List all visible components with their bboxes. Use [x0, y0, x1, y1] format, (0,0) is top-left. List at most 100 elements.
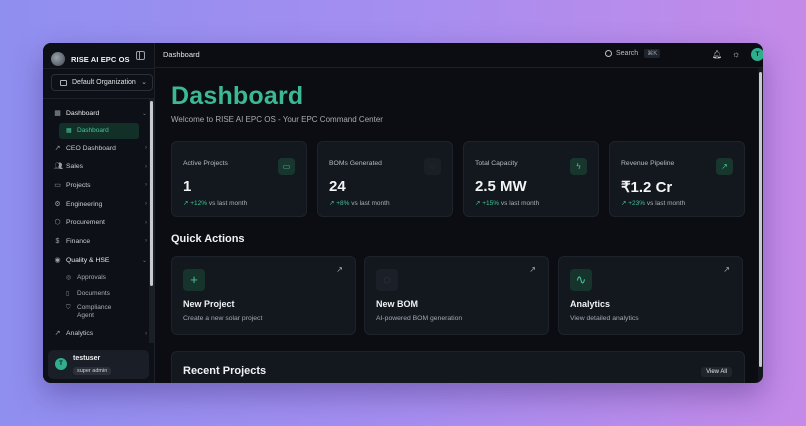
recent-projects-card: Recent Projects View All [171, 351, 745, 383]
sidebar-item-label: Engineering [66, 200, 103, 208]
stat-value: 2.5 MW [475, 178, 527, 195]
stat-delta-value: +12% [190, 200, 208, 207]
chevron-right-icon: › [145, 163, 147, 170]
stat-delta: ↗ +23% vs last month [621, 199, 685, 207]
app-window: RISE AI EPC OS Default Organization ⌄ ▦ … [43, 43, 763, 383]
sidebar-item-label: Quality & HSE [66, 256, 110, 264]
chevron-down-icon: ⌄ [141, 257, 147, 264]
stat-delta-suffix: vs last month [646, 200, 686, 207]
app-logo [51, 52, 65, 66]
sidebar-item-label: Projects [66, 181, 91, 189]
sidebar-toggle-icon[interactable] [136, 51, 145, 60]
stat-delta-value: +23% [628, 200, 646, 207]
main-content: Dashboard Welcome to RISE AI EPC OS - Yo… [155, 68, 763, 383]
sidebar-item-label: Approvals [77, 274, 106, 281]
chevron-right-icon: › [145, 330, 147, 337]
search-shortcut: ⌘K [644, 49, 661, 58]
sidebar-subitem-dashboard[interactable]: ▦ Dashboard [59, 122, 139, 139]
sidebar-item-projects[interactable]: ▭ Projects › [49, 176, 149, 195]
stat-label: Total Capacity [475, 160, 518, 167]
stat-value: 1 [183, 178, 192, 195]
stat-card-total-capacity[interactable]: Total Capacity ϟ 2.5 MW ↗ +15% vs last m… [463, 141, 599, 217]
sidebar-item-label: Documents [77, 290, 110, 297]
pulse-icon: ∿ [570, 269, 592, 291]
quick-action-analytics[interactable]: ∿ ↗ Analytics View detailed analytics [558, 256, 743, 335]
main-scrollbar[interactable] [758, 68, 763, 383]
shield-icon: ⛉ [66, 304, 71, 311]
breadcrumb: Dashboard [163, 50, 200, 59]
sidebar-scrollbar-thumb[interactable] [150, 101, 153, 286]
sidebar-subitem-documents[interactable]: ▯ Documents [49, 286, 149, 302]
avatar[interactable]: T [751, 48, 763, 61]
arrow-up-right-icon: ↗ [723, 265, 730, 274]
search-label: Search [616, 50, 639, 57]
check-circle-icon: ◎ [66, 274, 72, 281]
organization-select[interactable]: Default Organization ⌄ [51, 74, 153, 91]
sidebar-subitem-approvals[interactable]: ◎ Approvals [49, 270, 149, 286]
chevron-right-icon: › [145, 145, 147, 152]
sidebar-item-quality-hse[interactable]: ◉ Quality & HSE ⌄ [49, 251, 149, 270]
quick-action-desc: Create a new solar project [183, 315, 263, 322]
stat-card-boms-generated[interactable]: BOMs Generated ◌ 24 ↗ +8% vs last month [317, 141, 453, 217]
sidebar-subitem-compliance-agent[interactable]: ⛉ Compliance Agent [49, 302, 149, 325]
stat-delta-suffix: vs last month [500, 200, 540, 207]
trend-up-icon: ↗ [716, 158, 733, 175]
check-circle-icon: ◉ [54, 256, 61, 264]
organization-select-value: Default Organization [72, 79, 136, 86]
stat-card-revenue-pipeline[interactable]: Revenue Pipeline ↗ ₹1.2 Cr ↗ +23% vs las… [609, 141, 745, 217]
sidebar-item-finance[interactable]: $ Finance › [49, 232, 149, 251]
gear-icon: ⚙ [54, 200, 61, 208]
sidebar-item-dashboard[interactable]: ▦ Dashboard ⌄ [49, 104, 149, 123]
view-all-button[interactable]: View All [701, 367, 732, 377]
sidebar-scrollbar[interactable] [149, 99, 154, 343]
quick-action-new-project[interactable]: + ↗ New Project Create a new solar proje… [171, 256, 356, 335]
sidebar-item-label: Finance [66, 237, 91, 245]
divider [43, 98, 155, 99]
folder-icon: ▭ [54, 181, 61, 189]
cpu-icon: ◌ [376, 269, 398, 291]
quick-action-title: New Project [183, 299, 235, 309]
page-subtitle: Welcome to RISE AI EPC OS - Your EPC Com… [171, 115, 383, 124]
sun-icon[interactable]: ☼ [732, 49, 740, 59]
stat-delta: ↗ +8% vs last month [329, 199, 390, 207]
chevron-right-icon: › [145, 238, 147, 245]
stat-delta-suffix: vs last month [208, 200, 248, 207]
page-title: Dashboard [171, 82, 304, 110]
chevron-down-icon: ⌄ [141, 110, 147, 117]
quick-action-new-bom[interactable]: ◌ ↗ New BOM AI-powered BOM generation [364, 256, 549, 335]
stat-label: Active Projects [183, 160, 228, 167]
divider [43, 68, 155, 69]
sidebar-item-procurement[interactable]: ⬡ Procurement › [49, 213, 149, 232]
arrow-up-right-icon: ↗ [529, 265, 536, 274]
package-icon: ⬡ [54, 219, 61, 227]
sidebar-item-label: Compliance Agent [77, 303, 112, 319]
sidebar: RISE AI EPC OS Default Organization ⌄ ▦ … [43, 43, 155, 383]
trend-up-icon: ↗ [54, 144, 61, 152]
sidebar-item-label: Dashboard [77, 127, 109, 135]
stat-label: Revenue Pipeline [621, 160, 675, 167]
cpu-icon: ◌ [424, 158, 441, 175]
sidebar-item-label: CEO Dashboard [66, 144, 116, 152]
quick-actions-title: Quick Actions [171, 233, 245, 245]
sidebar-item-analytics[interactable]: ↗ Analytics › [49, 325, 149, 344]
quick-action-title: Analytics [570, 299, 611, 309]
quick-action-desc: View detailed analytics [570, 315, 639, 322]
sidebar-item-engineering[interactable]: ⚙ Engineering › [49, 195, 149, 214]
stat-delta-value: +15% [482, 200, 500, 207]
grid-icon: ▦ [66, 127, 72, 134]
quick-action-desc: AI-powered BOM generation [376, 315, 463, 322]
chevron-right-icon: › [145, 182, 147, 189]
bell-icon[interactable]: 🔔︎ [712, 50, 722, 59]
search-button[interactable]: Search ⌘K [605, 49, 661, 58]
user-card[interactable]: T testuser super admin [48, 350, 149, 379]
avatar: T [55, 358, 67, 370]
sidebar-item-sales[interactable]: 👥︎ Sales › [49, 157, 149, 176]
stat-card-active-projects[interactable]: Active Projects ▭ 1 ↗ +12% vs last month [171, 141, 307, 217]
app-name: RISE AI EPC OS [71, 54, 130, 64]
folder-icon: ▭ [278, 158, 295, 175]
plus-icon: + [183, 269, 205, 291]
sidebar-item-ceo-dashboard[interactable]: ↗ CEO Dashboard › [49, 139, 149, 158]
stat-value: 24 [329, 178, 346, 195]
main-scrollbar-thumb[interactable] [759, 72, 762, 367]
brand[interactable]: RISE AI EPC OS [51, 48, 130, 70]
